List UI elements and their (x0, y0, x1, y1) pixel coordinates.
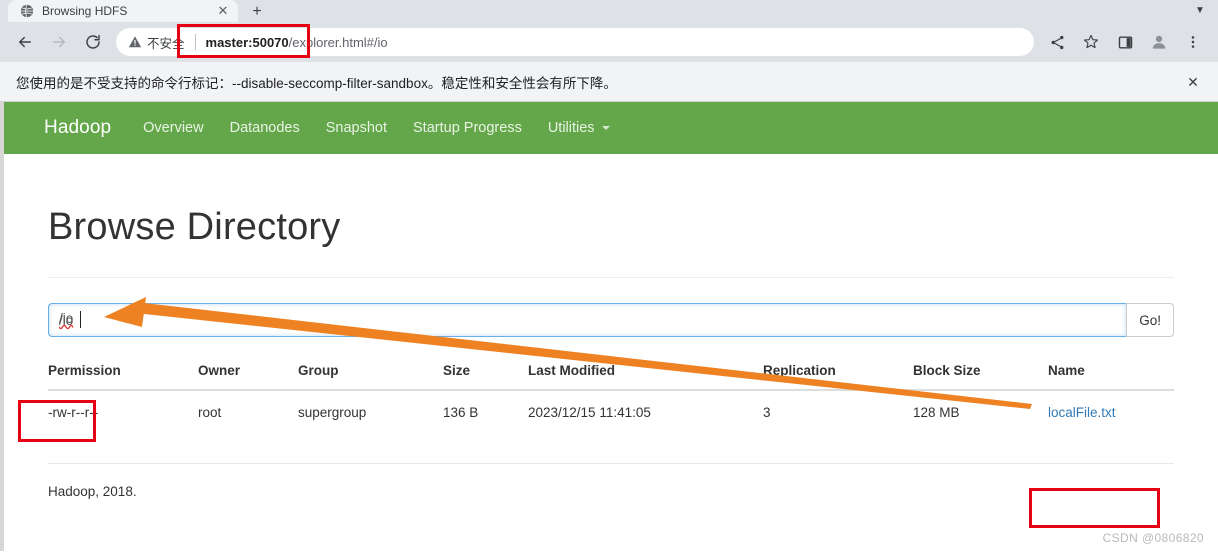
address-bar-url: master:50070/explorer.html#/io (206, 35, 388, 50)
globe-icon (20, 4, 34, 18)
page-footer: Hadoop, 2018. (48, 484, 137, 499)
cell-group: supergroup (298, 390, 443, 435)
tab-strip: Browsing HDFS ✕ + ▼ (0, 0, 1218, 22)
new-tab-button[interactable]: + (244, 2, 270, 22)
address-bar[interactable]: 不安全 master:50070/explorer.html#/io (116, 28, 1034, 56)
path-form: /io Go! (48, 303, 1174, 337)
cell-permission: -rw-r--r-- (48, 390, 198, 435)
nav-item-startup-progress[interactable]: Startup Progress (413, 120, 522, 136)
cell-last-modified: 2023/12/15 11:41:05 (528, 390, 763, 435)
cell-owner: root (198, 390, 298, 435)
back-arrow-icon[interactable] (11, 28, 39, 56)
tab-title: Browsing HDFS (42, 4, 128, 18)
browser-tab[interactable]: Browsing HDFS ✕ (8, 0, 238, 22)
page-title: Browse Directory (48, 206, 341, 248)
footer-divider (48, 463, 1174, 464)
browser-toolbar: 不安全 master:50070/explorer.html#/io (0, 22, 1218, 62)
column-header-replication[interactable]: Replication (763, 363, 913, 391)
column-header-last-modified[interactable]: Last Modified (528, 363, 763, 391)
infobar-message: 您使用的是不受支持的命令行标记：--disable-seccomp-filter… (16, 75, 617, 91)
column-header-name[interactable]: Name (1048, 363, 1174, 391)
cell-replication: 3 (763, 390, 913, 435)
cell-name: localFile.txt (1048, 390, 1174, 435)
column-header-block-size[interactable]: Block Size (913, 363, 1048, 391)
warning-triangle-icon (128, 36, 142, 48)
table-header-row: Permission Owner Group Size Last Modifie… (48, 363, 1174, 391)
title-divider (48, 277, 1174, 278)
tab-close-icon[interactable]: ✕ (216, 4, 230, 18)
nav-item-overview[interactable]: Overview (143, 120, 203, 136)
share-icon[interactable] (1043, 28, 1071, 56)
path-input[interactable] (48, 303, 1127, 337)
csdn-watermark: CSDN @0806820 (1102, 531, 1204, 545)
security-status-label: 不安全 (147, 36, 185, 51)
nav-item-utilities-label: Utilities (547, 120, 595, 136)
forward-arrow-icon (45, 28, 73, 56)
path-input-wrap: /io (48, 303, 1127, 337)
navbar-brand[interactable]: Hadoop (44, 117, 111, 139)
file-link-localfile[interactable]: localFile.txt (1048, 405, 1116, 420)
cell-block-size: 128 MB (913, 390, 1048, 435)
column-header-owner[interactable]: Owner (198, 363, 298, 391)
hadoop-navbar: Hadoop Overview Datanodes Snapshot Start… (4, 102, 1218, 154)
browser-chrome: Browsing HDFS ✕ + ▼ 不安全 master:50070/exp… (0, 0, 1218, 62)
table-row: -rw-r--r-- root supergroup 136 B 2023/12… (48, 390, 1174, 435)
toolbar-actions (1040, 28, 1210, 56)
nav-item-datanodes[interactable]: Datanodes (230, 120, 300, 136)
chevron-down-icon[interactable]: ▼ (1190, 2, 1210, 20)
star-icon[interactable] (1077, 28, 1105, 56)
directory-listing-table: Permission Owner Group Size Last Modifie… (48, 363, 1174, 435)
profile-avatar-icon[interactable] (1145, 28, 1173, 56)
column-header-group[interactable]: Group (298, 363, 443, 391)
caret-down-icon (601, 126, 610, 130)
unsupported-flag-infobar: 您使用的是不受支持的命令行标记：--disable-seccomp-filter… (0, 62, 1218, 102)
go-button[interactable]: Go! (1126, 303, 1174, 337)
column-header-permission[interactable]: Permission (48, 363, 198, 391)
reload-icon[interactable] (79, 28, 107, 56)
nav-item-utilities[interactable]: Utilities (548, 120, 610, 136)
page-content: Browse Directory /io Go! Permission Owne… (4, 206, 1218, 499)
nav-item-snapshot[interactable]: Snapshot (326, 120, 387, 136)
omnibox-divider (194, 34, 196, 50)
infobar-close-icon[interactable]: ✕ (1182, 71, 1204, 93)
cell-size: 136 B (443, 390, 528, 435)
column-header-size[interactable]: Size (443, 363, 528, 391)
url-host: master:50070 (205, 34, 289, 50)
page-viewport: Hadoop Overview Datanodes Snapshot Start… (0, 102, 1218, 551)
url-path: /explorer.html#/io (288, 34, 388, 50)
three-dot-menu-icon[interactable] (1179, 28, 1207, 56)
side-panel-icon[interactable] (1111, 28, 1139, 56)
text-cursor (80, 311, 81, 328)
